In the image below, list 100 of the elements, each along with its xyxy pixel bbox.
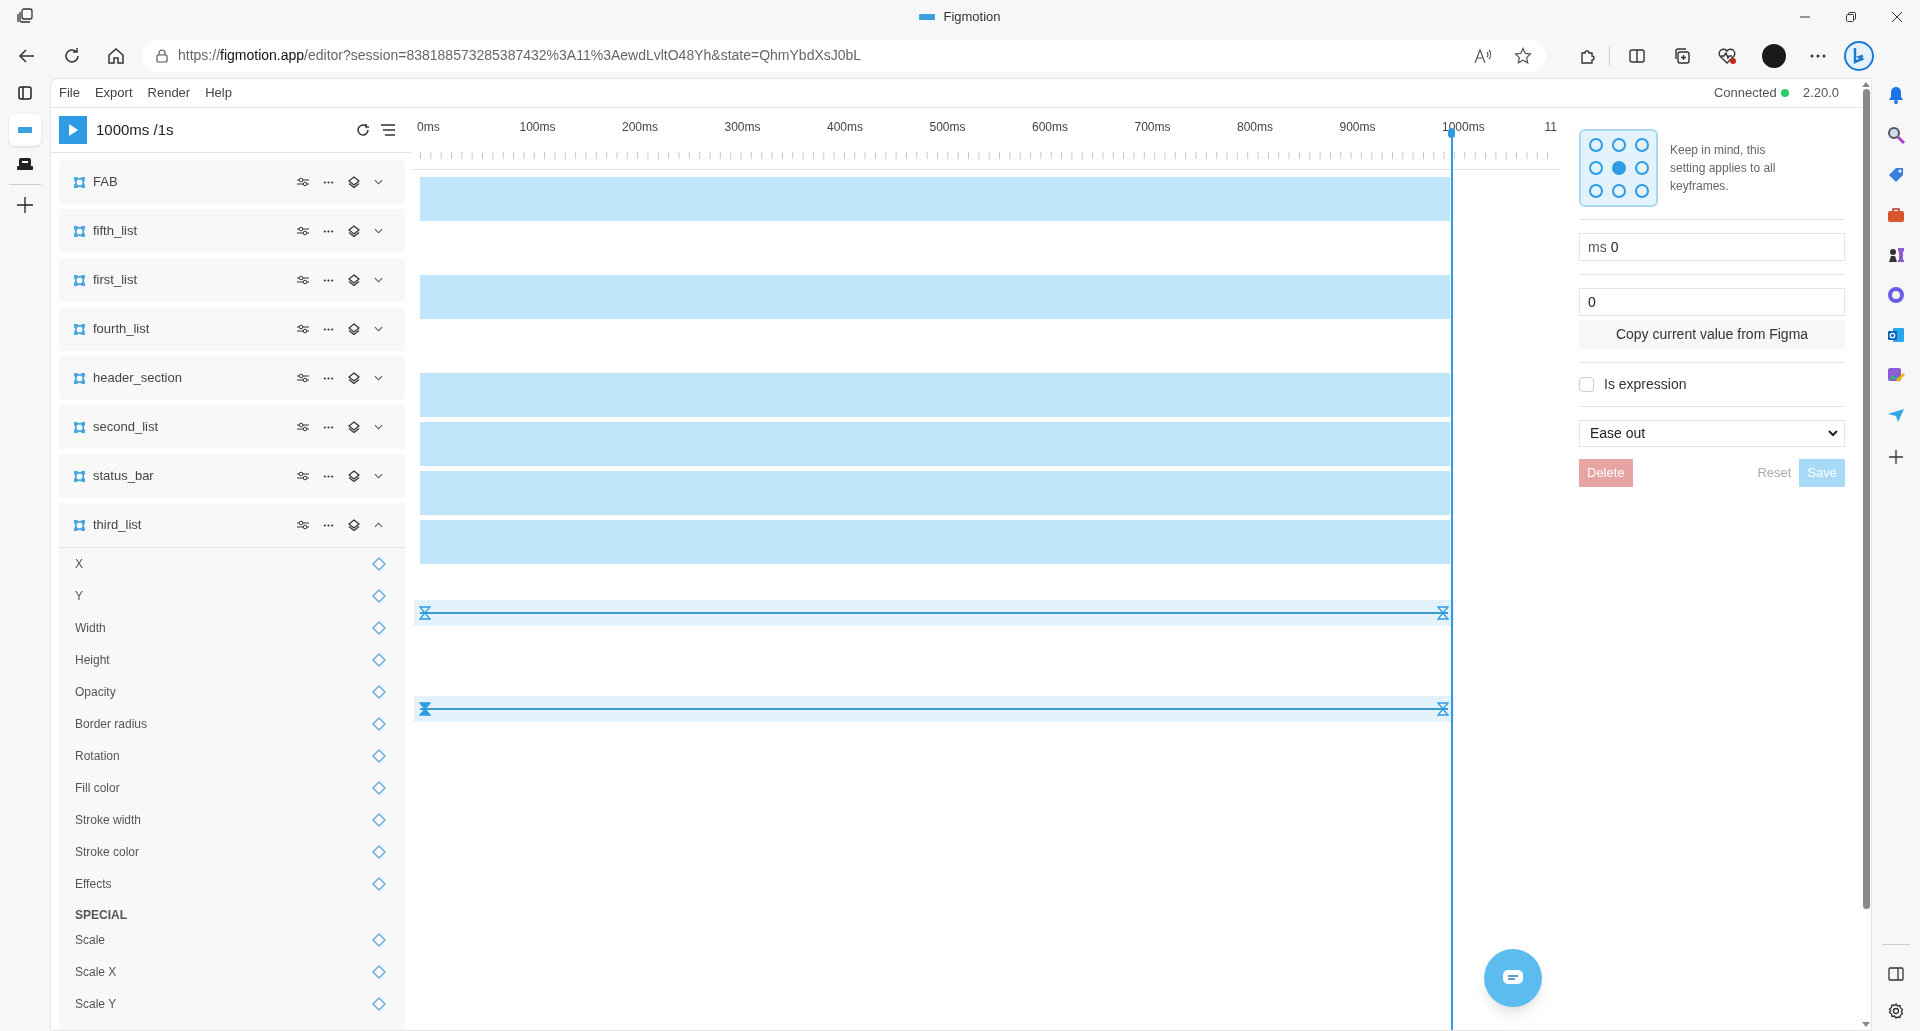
anchor-point[interactable] (1634, 138, 1649, 153)
chevron-down-icon[interactable] (374, 375, 383, 381)
tab-favicon-icon[interactable] (17, 158, 33, 172)
more-icon[interactable] (323, 327, 334, 331)
keyframe-marker[interactable] (419, 702, 431, 716)
anchor-point[interactable] (1611, 161, 1626, 175)
anchor-point[interactable] (1588, 138, 1603, 153)
back-icon[interactable] (18, 46, 36, 65)
refresh-icon[interactable] (63, 46, 81, 65)
layer-row[interactable]: fourth_list (59, 307, 405, 351)
more-icon[interactable] (1810, 53, 1826, 58)
chevron-up-icon[interactable] (374, 522, 383, 528)
anchor-point[interactable] (1634, 161, 1649, 175)
layer-row[interactable]: status_bar (59, 454, 405, 498)
keyframe-span[interactable] (414, 600, 1454, 626)
sliders-icon[interactable] (297, 275, 309, 285)
chevron-down-icon[interactable] (374, 179, 383, 185)
browser-tab[interactable] (9, 114, 41, 146)
ring-logo-icon[interactable] (1887, 286, 1905, 304)
track-bar[interactable] (420, 373, 1450, 417)
anchor-point[interactable] (1588, 183, 1603, 198)
layers-icon[interactable] (348, 372, 360, 384)
track-bar[interactable] (420, 275, 1450, 319)
tag-icon[interactable] (1887, 166, 1905, 184)
mail-app-icon[interactable] (1887, 326, 1905, 344)
track-bar[interactable] (420, 520, 1450, 564)
sliders-icon[interactable] (297, 471, 309, 481)
sliders-icon[interactable] (297, 226, 309, 236)
menu-item[interactable]: Render (147, 83, 191, 103)
loop-icon[interactable] (356, 123, 370, 137)
layer-row[interactable]: header_section (59, 356, 405, 400)
sidebar-toggle-icon[interactable] (1888, 967, 1904, 981)
more-icon[interactable] (323, 523, 334, 527)
bell-icon[interactable] (1887, 86, 1905, 104)
sliders-icon[interactable] (297, 520, 309, 530)
easing-select[interactable]: Ease out (1579, 420, 1845, 447)
tab-actions-icon[interactable] (17, 8, 33, 24)
favorite-star-icon[interactable] (1514, 46, 1532, 65)
read-aloud-icon[interactable] (1474, 47, 1492, 64)
more-icon[interactable] (323, 229, 334, 233)
track-bar[interactable] (420, 177, 1450, 221)
copy-value-button[interactable]: Copy current value from Figma (1579, 320, 1845, 349)
more-icon[interactable] (323, 180, 334, 184)
address-bar[interactable]: https://figmotion.app/editor?session=838188573285387432%3A11%3AewdLvltO48Yh&state=QhmYbdXsJ0bL (141, 39, 1546, 72)
health-heart-icon[interactable] (1717, 46, 1737, 65)
settings-icon[interactable] (1888, 1003, 1904, 1019)
chess-pieces-icon[interactable] (1887, 246, 1905, 264)
anchor-point[interactable] (1611, 183, 1626, 198)
add-icon[interactable] (1889, 450, 1903, 464)
layers-icon[interactable] (348, 323, 360, 335)
track-bar[interactable] (420, 422, 1450, 466)
chevron-down-icon[interactable] (374, 228, 383, 234)
chevron-down-icon[interactable] (374, 326, 383, 332)
sliders-icon[interactable] (297, 422, 309, 432)
layer-row[interactable]: fifth_list (59, 209, 405, 253)
anchor-point[interactable] (1634, 183, 1649, 198)
play-button[interactable] (59, 116, 87, 144)
chevron-down-icon[interactable] (374, 424, 383, 430)
sliders-icon[interactable] (297, 324, 309, 334)
layer-row[interactable]: second_list (59, 405, 405, 449)
chevron-down-icon[interactable] (374, 277, 383, 283)
value-input-field[interactable]: 0 (1579, 288, 1845, 316)
anchor-point[interactable] (1588, 161, 1603, 175)
toolbox-icon[interactable] (1887, 206, 1905, 224)
menu-item[interactable]: Export (94, 83, 133, 103)
layers-icon[interactable] (348, 176, 360, 188)
time-input-field[interactable]: ms 0 (1579, 233, 1845, 261)
layer-row[interactable]: FAB (59, 160, 405, 204)
more-icon[interactable] (323, 474, 334, 478)
image-edit-icon[interactable] (1887, 366, 1905, 384)
more-icon[interactable] (323, 278, 334, 282)
keyframe-span[interactable] (414, 696, 1454, 722)
layers-icon[interactable] (348, 519, 360, 531)
track-bar[interactable] (420, 471, 1450, 515)
collections-icon[interactable] (1673, 46, 1691, 65)
layers-icon[interactable] (348, 274, 360, 286)
new-tab-icon[interactable] (17, 197, 33, 213)
layers-icon[interactable] (348, 421, 360, 433)
scroll-up-icon[interactable] (1862, 81, 1870, 87)
expression-checkbox[interactable] (1579, 377, 1594, 392)
send-icon[interactable] (1887, 406, 1905, 424)
chevron-down-icon[interactable] (374, 473, 383, 479)
anchor-point[interactable] (1611, 138, 1626, 153)
layer-row[interactable]: third_list (59, 503, 405, 547)
layers-icon[interactable] (348, 470, 360, 482)
vertical-tabs-icon[interactable] (18, 86, 32, 100)
home-icon[interactable] (107, 46, 125, 65)
sliders-icon[interactable] (297, 373, 309, 383)
layer-row[interactable]: first_list (59, 258, 405, 302)
layers-icon[interactable] (348, 225, 360, 237)
menu-item[interactable]: File (59, 83, 80, 103)
profile-avatar[interactable] (1762, 43, 1786, 68)
menu-item[interactable]: Help (205, 83, 232, 103)
search-icon[interactable] (1887, 126, 1905, 144)
more-icon[interactable] (323, 376, 334, 380)
list-menu-icon[interactable] (381, 124, 395, 136)
scroll-down-icon[interactable] (1862, 1022, 1870, 1028)
split-screen-icon[interactable] (1628, 46, 1646, 65)
more-icon[interactable] (323, 425, 334, 429)
sliders-icon[interactable] (297, 177, 309, 187)
